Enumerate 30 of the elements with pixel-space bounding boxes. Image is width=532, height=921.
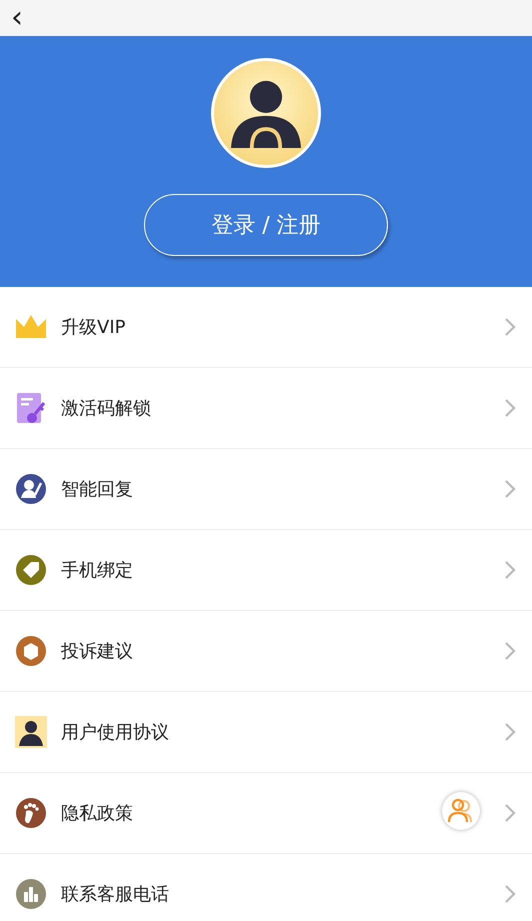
chevron-icon [503,641,517,661]
menu-item[interactable]: 投诉建议 [0,611,532,692]
menu-item[interactable]: 联系客服电话 [0,854,532,921]
footprint-icon [15,797,47,829]
bar-chart-icon [15,878,47,910]
menu-label: 升级VIP [61,316,126,340]
chevron-icon [503,884,517,904]
menu-label: 智能回复 [61,478,133,502]
login-button[interactable]: 登录 / 注册 [144,194,388,256]
chevron-icon [503,398,517,418]
menu-label: 激活码解锁 [61,396,151,420]
menu-label: 投诉建议 [61,640,133,664]
tag-icon [15,554,47,586]
chevron-icon [503,317,517,337]
menu-label: 隐私政策 [61,802,133,826]
menu-label: 联系客服电话 [61,882,169,906]
menu-item[interactable]: 用户使用协议 [0,692,532,773]
menu-item[interactable]: 升级VIP [0,287,532,368]
person-pen-icon [15,473,47,505]
menu-item[interactable]: 激活码解锁 [0,368,532,449]
key-icon [15,392,47,424]
user-icon [15,716,47,748]
chevron-icon [503,722,517,742]
menu-label: 用户使用协议 [61,720,169,744]
menu-item[interactable]: 智能回复 [0,449,532,530]
chevron-icon [503,479,517,499]
menu-label: 手机绑定 [61,558,133,582]
chevron-icon [503,803,517,823]
chevron-icon [503,560,517,580]
menu-item[interactable]: 手机绑定 [0,530,532,611]
